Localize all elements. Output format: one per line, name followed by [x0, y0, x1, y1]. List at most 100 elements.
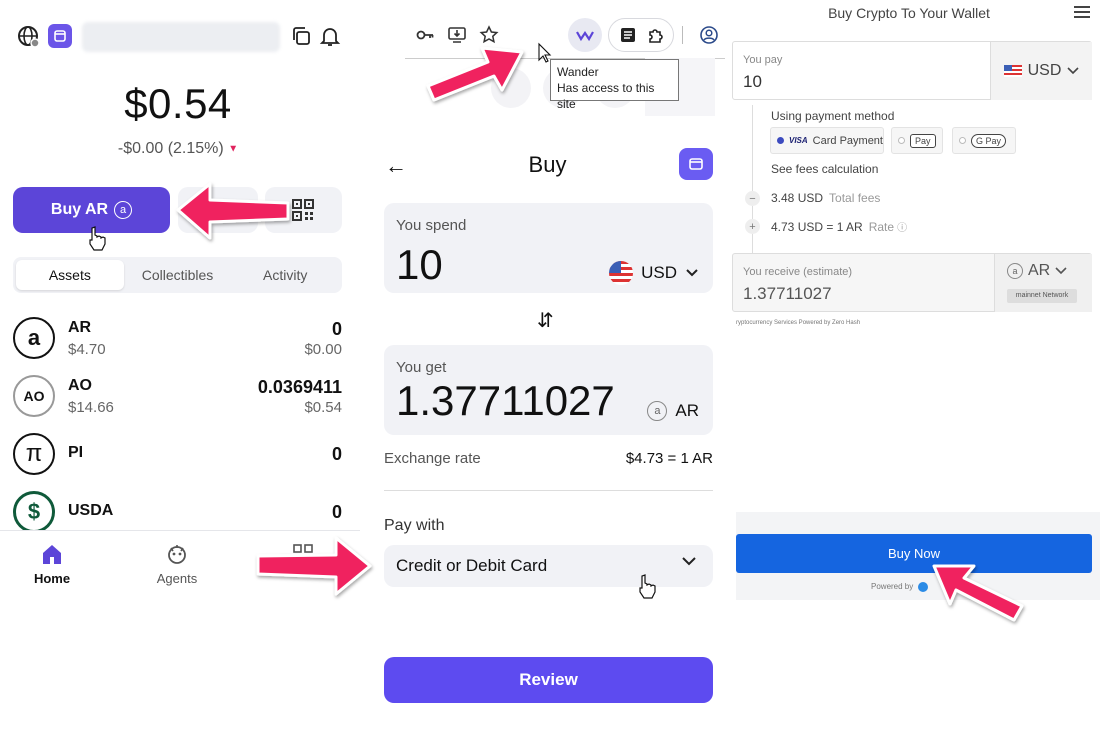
copy-icon[interactable]	[289, 24, 313, 48]
apple-pay-option[interactable]: Pay	[891, 127, 943, 154]
asset-quantity: 0	[331, 319, 342, 339]
tab-collectibles[interactable]: Collectibles	[124, 260, 232, 290]
payment-method-value: Credit or Debit Card	[396, 556, 548, 575]
divider	[384, 490, 713, 491]
spend-currency-select[interactable]: USD	[609, 261, 699, 285]
faded-action-button	[491, 68, 531, 108]
nav-agents[interactable]: Agents	[137, 543, 217, 586]
receive-button[interactable]	[265, 187, 342, 233]
pay-currency-select[interactable]: USD	[990, 42, 1092, 100]
buy-ar-button[interactable]: Buy AR a	[13, 187, 170, 233]
visa-icon: VISA	[789, 136, 808, 145]
key-icon[interactable]	[415, 25, 435, 45]
you-pay-input[interactable]: 10	[743, 72, 762, 92]
spend-currency-label: USD	[641, 263, 677, 282]
minus-icon: −	[745, 191, 760, 206]
extension-group	[608, 18, 674, 52]
wallet-avatar-icon[interactable]	[48, 24, 72, 48]
bell-icon[interactable]	[318, 24, 342, 48]
agents-icon	[168, 545, 186, 564]
fees-label: Total fees	[829, 191, 881, 205]
provider-panel: Buy Crypto To Your Wallet You pay 10 USD…	[732, 0, 1100, 600]
down-triangle-icon: ▼	[228, 143, 239, 155]
wallet-address-blurred[interactable]	[82, 22, 280, 52]
extensions-puzzle-icon[interactable]	[647, 26, 665, 44]
get-currency-label: AR	[675, 401, 699, 420]
you-receive-label: You receive (estimate)	[743, 266, 853, 278]
tab-activity[interactable]: Activity	[231, 260, 339, 290]
you-spend-box[interactable]: You spend 10 USD	[384, 203, 713, 293]
you-pay-label: You pay	[743, 54, 783, 66]
rate-label: Rate	[868, 220, 895, 234]
tooltip-description: Has access to this site	[557, 81, 655, 111]
you-receive-value: 1.37711027	[743, 284, 832, 303]
tab-assets[interactable]: Assets	[16, 260, 124, 290]
asset-row-ao[interactable]: AO AO $14.66 0.0369411 $0.54	[13, 375, 342, 421]
chevron-down-icon	[1067, 67, 1079, 75]
exchange-rate-value: $4.73 = 1 AR	[625, 450, 713, 467]
nav-apps[interactable]	[263, 543, 343, 571]
wallet-balance: $0.54	[124, 80, 232, 127]
globe-icon[interactable]	[16, 24, 40, 48]
asset-symbol: USDA	[68, 502, 114, 519]
fees-calculation-link[interactable]: See fees calculation	[771, 162, 878, 176]
asset-tabs: Assets Collectibles Activity	[13, 257, 342, 293]
wallet-icon[interactable]	[679, 148, 713, 180]
plus-icon: +	[745, 219, 760, 234]
asset-symbol: AR	[68, 319, 92, 336]
us-flag-icon	[609, 261, 634, 285]
install-app-icon[interactable]	[447, 25, 467, 45]
profile-icon[interactable]	[699, 25, 719, 45]
payment-method-select[interactable]: Credit or Debit Card	[384, 545, 713, 587]
buy-now-button[interactable]: Buy Now	[736, 534, 1092, 573]
apple-pay-icon: Pay	[910, 133, 936, 148]
google-pay-option[interactable]: G Pay	[952, 127, 1016, 154]
card-payment-label: Card Payment	[812, 134, 883, 147]
nav-agents-label: Agents	[156, 571, 198, 586]
rate-row: 4.73 USD = 1 AR Rate ⓘ	[771, 219, 907, 234]
powered-by-footer: Powered by	[871, 582, 929, 592]
asset-quantity: 0	[331, 444, 342, 464]
browser-toolbar	[405, 16, 725, 54]
tooltip-title: Wander	[557, 65, 599, 79]
asset-value: $0.00	[304, 341, 342, 358]
ao-logo-icon: AO	[13, 375, 55, 417]
you-get-value: 1.37711027	[396, 377, 615, 424]
asset-row-pi[interactable]: π PI 0	[13, 433, 342, 479]
rate-value: 4.73 USD = 1 AR	[771, 220, 863, 234]
wander-extension-button[interactable]	[568, 18, 602, 52]
ar-token-icon: a	[647, 401, 668, 421]
receive-currency-select[interactable]: a AR mainnet Network	[994, 254, 1092, 312]
you-spend-input[interactable]: 10	[396, 241, 443, 289]
menu-icon[interactable]	[1074, 6, 1090, 18]
balance-change-text: -$0.00 (2.15%)	[117, 140, 224, 157]
asset-symbol: PI	[68, 444, 84, 461]
asset-value: $0.54	[304, 399, 342, 416]
card-payment-option[interactable]: VISA Card Payment	[770, 127, 884, 154]
provider-logo-icon	[918, 582, 929, 592]
you-receive-box: You receive (estimate) 1.37711027 a AR m…	[732, 253, 1092, 312]
nav-home[interactable]: Home	[12, 543, 92, 586]
get-currency: a AR	[647, 401, 699, 421]
pi-logo-icon: π	[13, 433, 55, 475]
payment-method-label: Using payment method	[771, 109, 895, 123]
buy-panel: ← Buy You spend 10 USD ⇵ You get 1.37711…	[360, 0, 735, 731]
reader-icon[interactable]	[619, 26, 637, 44]
ar-token-icon: a	[1007, 263, 1023, 279]
wander-logo-icon	[576, 31, 594, 42]
ar-token-icon: a	[114, 201, 133, 219]
chevron-down-icon	[682, 557, 696, 566]
asset-row-ar[interactable]: a AR $4.70 0 $0.00	[13, 317, 342, 363]
info-icon[interactable]: ⓘ	[897, 223, 907, 234]
you-get-box: You get 1.37711027 a AR	[384, 345, 713, 435]
you-pay-box[interactable]: You pay 10 USD	[732, 41, 1092, 100]
star-icon[interactable]	[479, 25, 499, 45]
you-spend-label: You spend	[396, 217, 467, 234]
receive-currency: a AR	[1007, 262, 1067, 280]
exchange-rate-label: Exchange rate	[384, 450, 481, 467]
review-button[interactable]: Review	[384, 657, 713, 703]
home-icon	[43, 545, 61, 564]
send-button[interactable]	[178, 187, 258, 233]
radio-selected-icon	[777, 137, 784, 144]
swap-icon[interactable]: ⇵	[537, 308, 554, 333]
